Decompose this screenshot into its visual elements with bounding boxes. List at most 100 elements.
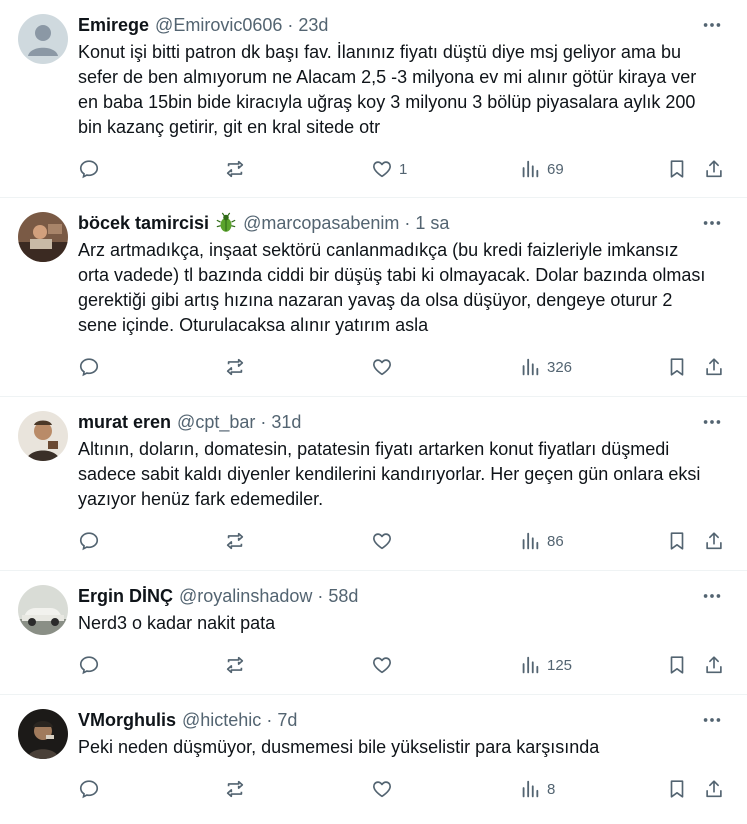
retweet-button[interactable] [224, 156, 246, 182]
user-handle[interactable]: @marcopasabenim [243, 213, 399, 234]
retweet-button[interactable] [224, 528, 246, 554]
reply-icon [79, 780, 99, 799]
views-icon [522, 656, 539, 674]
timestamp[interactable]: 23d [298, 15, 328, 36]
avatar[interactable] [18, 585, 68, 635]
timestamp[interactable]: 31d [271, 412, 301, 433]
share-button[interactable] [703, 156, 725, 182]
retweet-icon [226, 160, 244, 178]
separator: · [317, 585, 324, 606]
share-button[interactable] [703, 354, 725, 380]
views-icon [522, 780, 539, 798]
timestamp[interactable]: 7d [277, 710, 297, 731]
heart-icon [373, 657, 391, 674]
like-button[interactable] [371, 776, 399, 802]
user-handle[interactable]: @Emirovic0606 [155, 15, 282, 36]
reply-button[interactable] [78, 776, 100, 802]
share-icon [706, 780, 722, 798]
beetle-emoji [215, 212, 237, 234]
views-icon [522, 532, 539, 550]
tweet[interactable]: Emirege @Emirovic0606 · 23d Konut işi bi… [0, 0, 747, 198]
more-options-icon[interactable] [699, 707, 725, 733]
bookmark-icon [670, 780, 684, 798]
bookmark-icon [670, 358, 684, 376]
action-bar: 86 [78, 520, 731, 566]
like-button[interactable] [371, 652, 399, 678]
more-options-icon[interactable] [699, 583, 725, 609]
heart-icon [373, 781, 391, 798]
action-bar: 326 [78, 346, 731, 392]
retweet-icon [226, 532, 244, 550]
user-name[interactable]: böcek tamircisi [78, 213, 209, 234]
separator: · [287, 14, 294, 35]
reply-icon [79, 358, 99, 377]
tweet-header: murat eren @cpt_bar · 31d [78, 409, 731, 435]
reply-button[interactable] [78, 354, 100, 380]
bookmark-button[interactable] [666, 652, 688, 678]
retweet-icon [226, 656, 244, 674]
tweet-text: Altının, doların, domatesin, patatesin f… [78, 439, 701, 509]
user-name[interactable]: VMorghulis [78, 710, 176, 731]
timestamp[interactable]: 1 sa [415, 213, 449, 234]
bookmark-icon [670, 656, 684, 674]
retweet-button[interactable] [224, 354, 246, 380]
user-name[interactable]: Ergin DİNÇ [78, 586, 173, 607]
view-count: 125 [547, 656, 573, 674]
avatar[interactable] [18, 14, 68, 64]
share-button[interactable] [703, 528, 725, 554]
like-button[interactable] [371, 354, 399, 380]
share-icon [706, 160, 722, 178]
more-options-icon[interactable] [699, 210, 725, 236]
tweet-text: Peki neden düşmüyor, dusmemesi bile yüks… [78, 737, 600, 757]
tweet[interactable]: böcek tamircisi @marcopasabenim · 1 sa A… [0, 198, 747, 397]
tweet[interactable]: VMorghulis @hictehic · 7d Peki neden düş… [0, 695, 747, 824]
user-name[interactable]: murat eren [78, 412, 171, 433]
view-count: 86 [547, 532, 564, 550]
share-icon [706, 656, 722, 674]
view-count: 69 [547, 160, 564, 178]
like-button[interactable] [371, 528, 399, 554]
reply-feed: Emirege @Emirovic0606 · 23d Konut işi bi… [0, 0, 747, 824]
reply-icon [79, 532, 99, 551]
user-name[interactable]: Emirege [78, 15, 149, 36]
retweet-icon [226, 780, 244, 798]
reply-button[interactable] [78, 652, 100, 678]
retweet-button[interactable] [224, 652, 246, 678]
views-button[interactable]: 326 [519, 354, 572, 380]
tweet-text: Konut işi bitti patron dk başı fav. İlan… [78, 42, 697, 137]
more-options-icon[interactable] [699, 409, 725, 435]
avatar[interactable] [18, 709, 68, 759]
retweet-button[interactable] [224, 776, 246, 802]
more-options-icon[interactable] [699, 12, 725, 38]
bookmark-button[interactable] [666, 354, 688, 380]
like-button[interactable]: 1 [371, 156, 407, 182]
user-handle[interactable]: @hictehic [182, 710, 261, 731]
views-button[interactable]: 86 [519, 528, 564, 554]
views-button[interactable]: 125 [519, 652, 572, 678]
retweet-icon [226, 358, 244, 376]
tweet[interactable]: murat eren @cpt_bar · 31d Altının, dolar… [0, 397, 747, 571]
reply-button[interactable] [78, 528, 100, 554]
heart-icon [373, 533, 391, 550]
avatar[interactable] [18, 212, 68, 262]
bookmark-button[interactable] [666, 776, 688, 802]
bookmark-button[interactable] [666, 528, 688, 554]
bookmark-button[interactable] [666, 156, 688, 182]
view-count: 8 [547, 780, 556, 798]
tweet-text: Arz artmadıkça, inşaat sektörü canlanmad… [78, 240, 706, 335]
tweet-header: VMorghulis @hictehic · 7d [78, 707, 731, 733]
user-handle[interactable]: @royalinshadow [179, 586, 312, 607]
action-bar: 8 [78, 768, 731, 814]
bookmark-icon [670, 160, 684, 178]
share-button[interactable] [703, 776, 725, 802]
reply-button[interactable] [78, 156, 100, 182]
share-button[interactable] [703, 652, 725, 678]
views-icon [522, 358, 539, 376]
user-handle[interactable]: @cpt_bar [177, 412, 255, 433]
avatar[interactable] [18, 411, 68, 461]
view-count: 326 [547, 358, 573, 376]
tweet[interactable]: Ergin DİNÇ @royalinshadow · 58d Nerd3 o … [0, 571, 747, 695]
views-button[interactable]: 69 [519, 156, 564, 182]
timestamp[interactable]: 58d [328, 586, 358, 607]
views-button[interactable]: 8 [519, 776, 555, 802]
